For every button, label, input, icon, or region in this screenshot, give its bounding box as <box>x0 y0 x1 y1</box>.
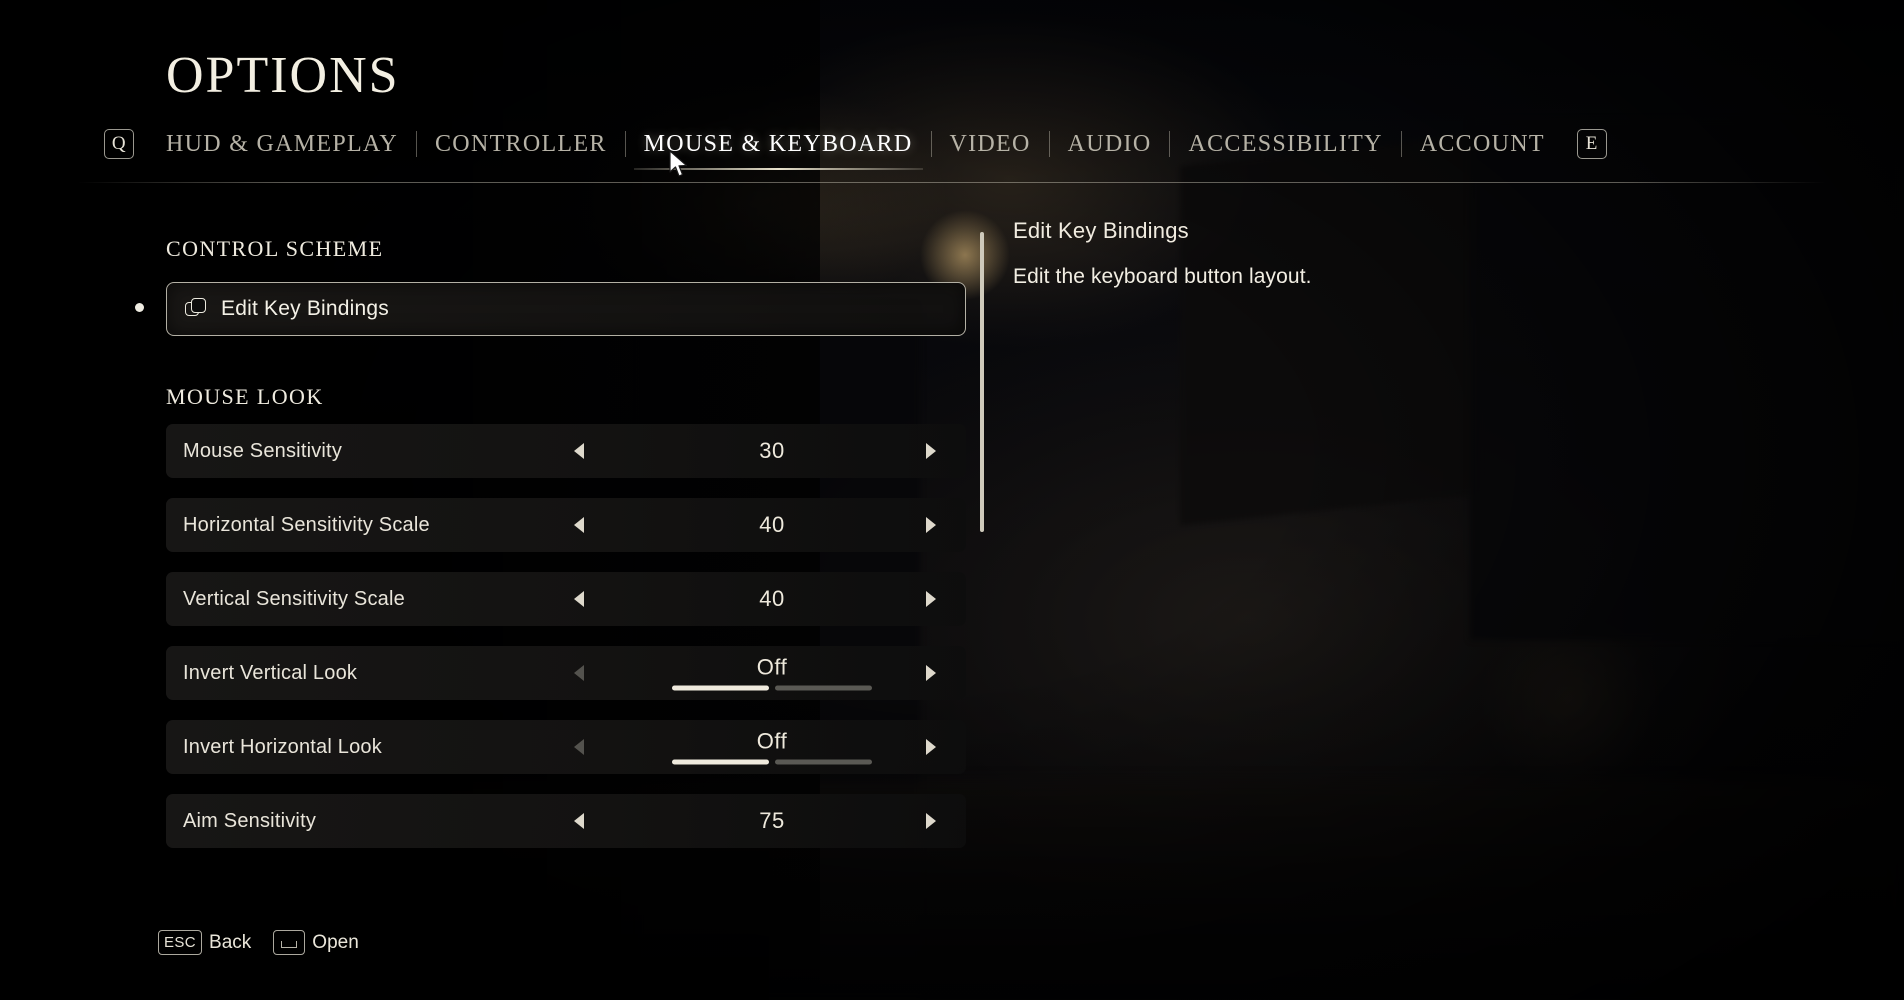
option-row-vertical-sensitivity-scale[interactable]: Vertical Sensitivity Scale 40 <box>166 572 966 626</box>
hint-label: Back <box>209 931 252 953</box>
option-label: Vertical Sensitivity Scale <box>183 587 405 610</box>
decrement-arrow-icon[interactable] <box>574 517 584 533</box>
next-tab-key-badge[interactable]: E <box>1576 129 1607 159</box>
tab-label: MOUSE & KEYBOARD <box>643 130 913 157</box>
tab-label: HUD & GAMEPLAY <box>166 130 398 157</box>
option-value: 40 <box>759 512 785 537</box>
increment-arrow-icon[interactable] <box>926 517 936 533</box>
option-row-aim-sensitivity[interactable]: Aim Sensitivity 75 <box>166 794 966 848</box>
option-value: Off <box>756 654 788 680</box>
toggle-segment <box>672 685 769 691</box>
toggle-track[interactable] <box>672 685 872 691</box>
option-value: 30 <box>759 438 785 463</box>
header-divider <box>78 182 1826 183</box>
edit-key-bindings-button[interactable]: Edit Key Bindings <box>166 282 966 336</box>
footer-hint-bar: ESC Back Open <box>158 930 359 955</box>
description-body: Edit the keyboard button layout. <box>1013 265 1312 288</box>
tab-mouse-and-keyboard[interactable]: MOUSE & KEYBOARD <box>626 130 931 170</box>
section-header-mouse-look: MOUSE LOOK <box>166 384 324 409</box>
option-label: Horizontal Sensitivity Scale <box>183 513 430 536</box>
selection-indicator-dot <box>135 303 144 312</box>
option-label: Invert Horizontal Look <box>183 735 382 758</box>
option-value-group: 40 <box>642 513 902 537</box>
option-value-group: Off <box>642 654 902 691</box>
edit-key-bindings-label: Edit Key Bindings <box>221 297 389 320</box>
toggle-track[interactable] <box>672 759 872 765</box>
tab-video[interactable]: VIDEO <box>932 131 1049 158</box>
section-header-control-scheme: CONTROL SCHEME <box>166 236 384 261</box>
tab-accessibility[interactable]: ACCESSIBILITY <box>1170 131 1400 158</box>
mouse-look-rows: Mouse Sensitivity 30 Horizontal Sensitiv… <box>166 424 966 868</box>
page-title: OPTIONS <box>166 47 400 104</box>
option-label: Invert Vertical Look <box>183 661 358 684</box>
toggle-segment <box>775 759 872 765</box>
increment-arrow-icon[interactable] <box>926 665 936 681</box>
option-value-group: 30 <box>642 439 902 463</box>
active-tab-underline <box>633 167 923 170</box>
tab-label: AUDIO <box>1067 130 1152 157</box>
description-title: Edit Key Bindings <box>1013 218 1189 243</box>
esc-key-badge: ESC <box>158 930 203 955</box>
spacebar-key-badge <box>273 930 306 955</box>
hint-open[interactable]: Open <box>273 930 359 955</box>
hint-label: Open <box>312 931 359 953</box>
decrement-arrow-icon[interactable] <box>574 739 584 755</box>
decrement-arrow-icon[interactable] <box>574 665 584 681</box>
option-value: 75 <box>759 808 785 833</box>
option-label: Aim Sensitivity <box>183 809 317 832</box>
option-value-group: Off <box>642 728 902 765</box>
increment-arrow-icon[interactable] <box>926 813 936 829</box>
tab-hud-and-gameplay[interactable]: HUD & GAMEPLAY <box>148 131 416 158</box>
tab-label: ACCESSIBILITY <box>1188 130 1383 157</box>
option-value: Off <box>756 728 788 754</box>
options-screen: OPTIONS Q HUD & GAMEPLAY CONTROLLER MOUS… <box>0 0 1904 1000</box>
toggle-segment <box>672 759 769 765</box>
tab-account[interactable]: ACCOUNT <box>1402 131 1563 158</box>
decrement-arrow-icon[interactable] <box>574 591 584 607</box>
toggle-segment <box>775 685 872 691</box>
option-row-horizontal-sensitivity-scale[interactable]: Horizontal Sensitivity Scale 40 <box>166 498 966 552</box>
increment-arrow-icon[interactable] <box>926 739 936 755</box>
increment-arrow-icon[interactable] <box>926 591 936 607</box>
option-value-group: 40 <box>642 587 902 611</box>
option-row-invert-vertical-look[interactable]: Invert Vertical Look Off <box>166 646 966 700</box>
option-row-mouse-sensitivity[interactable]: Mouse Sensitivity 30 <box>166 424 966 478</box>
tab-audio[interactable]: AUDIO <box>1050 131 1170 158</box>
prev-tab-key-badge[interactable]: Q <box>104 129 134 159</box>
decrement-arrow-icon[interactable] <box>574 813 584 829</box>
tab-label: ACCOUNT <box>1419 130 1545 157</box>
tab-label: VIDEO <box>949 130 1031 157</box>
copy-icon <box>185 298 207 320</box>
tab-label: CONTROLLER <box>435 130 607 157</box>
tab-bar: Q HUD & GAMEPLAY CONTROLLER MOUSE & KEYB… <box>104 122 1607 170</box>
option-value: 40 <box>759 586 785 611</box>
decrement-arrow-icon[interactable] <box>574 443 584 459</box>
option-value-group: 75 <box>642 809 902 833</box>
option-row-invert-horizontal-look[interactable]: Invert Horizontal Look Off <box>166 720 966 774</box>
option-label: Mouse Sensitivity <box>183 439 343 462</box>
scrollbar-thumb[interactable] <box>980 232 984 532</box>
tab-controller[interactable]: CONTROLLER <box>417 131 625 158</box>
increment-arrow-icon[interactable] <box>926 443 936 459</box>
hint-back[interactable]: ESC Back <box>158 930 251 955</box>
